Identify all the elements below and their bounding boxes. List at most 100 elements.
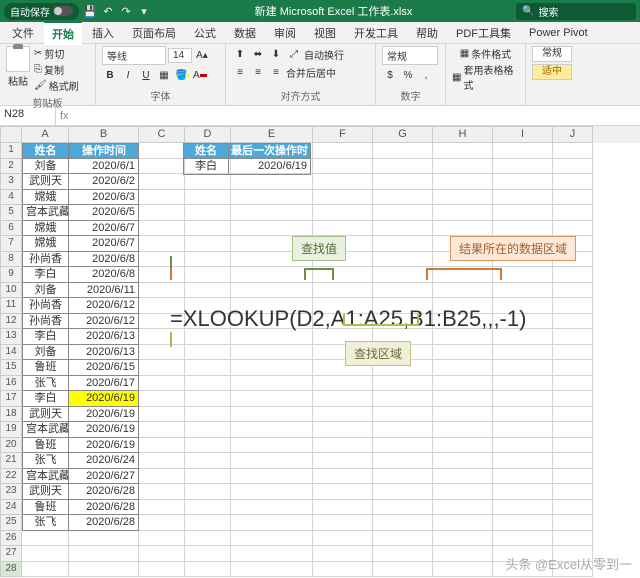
cell[interactable] [22, 546, 69, 562]
cell[interactable]: 2020/6/3 [69, 190, 139, 206]
cell[interactable] [373, 236, 433, 252]
cell[interactable] [313, 205, 373, 221]
cell[interactable] [553, 500, 593, 516]
cell[interactable] [493, 407, 553, 423]
cell[interactable] [139, 484, 185, 500]
cell[interactable]: 宫本武藏 [22, 422, 69, 438]
cell[interactable] [313, 562, 373, 578]
increase-font-icon[interactable]: A▴ [194, 48, 210, 64]
row-header[interactable]: 3 [0, 174, 22, 190]
cell[interactable] [139, 515, 185, 531]
cell[interactable] [185, 469, 231, 485]
cell[interactable] [313, 190, 373, 206]
cell[interactable] [185, 236, 231, 252]
style-good[interactable]: 适中 [532, 64, 572, 80]
cell[interactable] [493, 159, 553, 175]
cell[interactable] [553, 174, 593, 190]
col-header-D[interactable]: D [185, 126, 231, 143]
cell[interactable] [553, 469, 593, 485]
table-format-button[interactable]: ▦ 套用表格格式 [452, 62, 519, 92]
cell[interactable] [313, 484, 373, 500]
cell[interactable] [433, 360, 493, 376]
cell[interactable]: 2020/6/13 [69, 329, 139, 345]
row-header[interactable]: 2 [0, 159, 22, 175]
row-header[interactable]: 10 [0, 283, 22, 299]
cell[interactable] [185, 531, 231, 547]
cell[interactable] [231, 422, 313, 438]
cell[interactable]: 2020/6/8 [69, 267, 139, 283]
cell[interactable] [433, 562, 493, 578]
cell[interactable] [185, 407, 231, 423]
row-header[interactable]: 23 [0, 484, 22, 500]
cell[interactable] [139, 360, 185, 376]
cell[interactable] [313, 422, 373, 438]
fill-color-button[interactable]: 🪣 [174, 67, 190, 83]
cell[interactable] [231, 174, 313, 190]
row-header[interactable]: 9 [0, 267, 22, 283]
cell[interactable]: 2020/6/28 [69, 484, 139, 500]
cell[interactable] [433, 159, 493, 175]
cell[interactable] [373, 531, 433, 547]
cell[interactable] [185, 438, 231, 454]
row-header[interactable]: 4 [0, 190, 22, 206]
cell[interactable]: 2020/6/8 [69, 252, 139, 268]
cell[interactable] [433, 438, 493, 454]
row-header[interactable]: 11 [0, 298, 22, 314]
tab-文件[interactable]: 文件 [4, 22, 42, 44]
cell[interactable] [139, 531, 185, 547]
name-box[interactable]: N28 [0, 106, 56, 125]
cell[interactable]: 2020/6/24 [69, 453, 139, 469]
cell[interactable] [185, 515, 231, 531]
currency-icon[interactable]: $ [382, 67, 398, 83]
cell[interactable] [69, 531, 139, 547]
cell[interactable]: 2020/6/2 [69, 174, 139, 190]
cell[interactable] [373, 376, 433, 392]
cell[interactable] [231, 500, 313, 516]
cell[interactable] [373, 484, 433, 500]
cell[interactable] [313, 407, 373, 423]
cell[interactable] [493, 360, 553, 376]
align-right-icon[interactable]: ≡ [268, 64, 284, 80]
worksheet[interactable]: ABCDEFGHIJ 1姓名操作时间2刘备2020/6/13武则天2020/6/… [0, 126, 640, 577]
cell[interactable] [373, 391, 433, 407]
cell[interactable]: 2020/6/19 [69, 391, 139, 407]
col-header-J[interactable]: J [553, 126, 593, 143]
cell[interactable]: 武则天 [22, 174, 69, 190]
cell[interactable] [373, 143, 433, 159]
tab-插入[interactable]: 插入 [84, 22, 122, 44]
cell[interactable]: 姓名 [22, 143, 69, 159]
cell[interactable] [373, 174, 433, 190]
cell[interactable] [231, 469, 313, 485]
cell[interactable] [493, 221, 553, 237]
tab-PDF工具集[interactable]: PDF工具集 [448, 22, 519, 44]
row-header[interactable]: 21 [0, 453, 22, 469]
cell[interactable]: 2020/6/28 [69, 515, 139, 531]
cell[interactable] [373, 190, 433, 206]
cell[interactable] [231, 438, 313, 454]
cell[interactable]: 张飞 [22, 453, 69, 469]
row-header[interactable]: 15 [0, 360, 22, 376]
col-header-A[interactable]: A [22, 126, 69, 143]
cell[interactable]: 武则天 [22, 407, 69, 423]
cell[interactable] [185, 546, 231, 562]
row-header[interactable]: 7 [0, 236, 22, 252]
align-mid-icon[interactable]: ⬌ [250, 46, 266, 62]
italic-button[interactable]: I [120, 67, 136, 83]
tab-Power Pivot[interactable]: Power Pivot [521, 24, 596, 42]
cell[interactable]: 张飞 [22, 515, 69, 531]
cell[interactable]: 宫本武藏 [22, 205, 69, 221]
cell[interactable] [553, 515, 593, 531]
cell[interactable]: 2020/6/11 [69, 283, 139, 299]
cell[interactable] [185, 484, 231, 500]
row-header[interactable]: 20 [0, 438, 22, 454]
cell[interactable] [373, 500, 433, 516]
cell[interactable]: 李白 [22, 391, 69, 407]
cell[interactable] [185, 500, 231, 516]
row-header[interactable]: 22 [0, 469, 22, 485]
row-header[interactable]: 26 [0, 531, 22, 547]
cell[interactable] [231, 484, 313, 500]
col-header-G[interactable]: G [373, 126, 433, 143]
cell[interactable] [493, 190, 553, 206]
cell[interactable]: 鲁班 [22, 438, 69, 454]
cell[interactable] [553, 159, 593, 175]
